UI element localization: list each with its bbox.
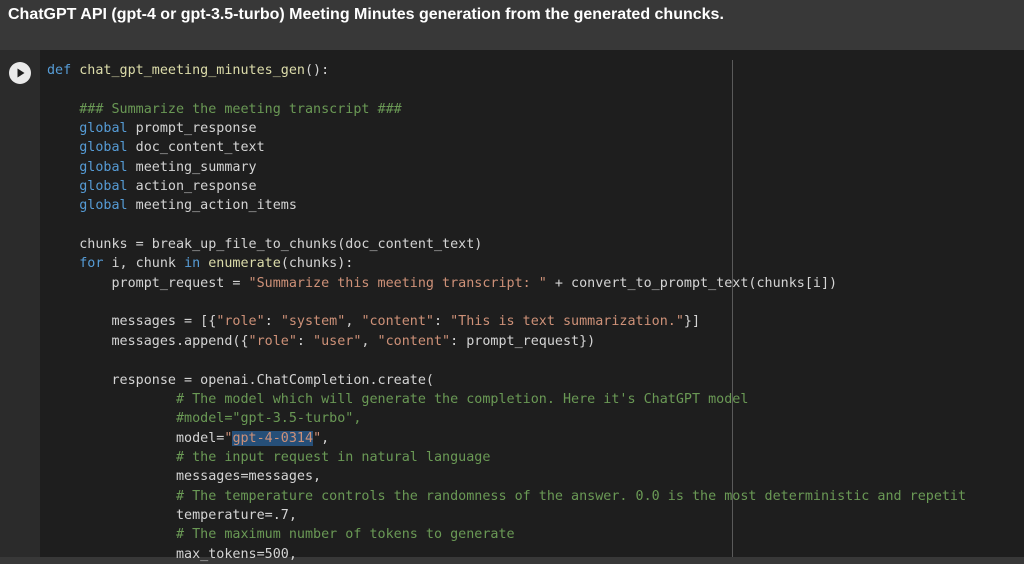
code-line[interactable]: ​ (47, 216, 966, 235)
code-line[interactable]: # The temperature controls the randomnes… (47, 487, 966, 506)
play-icon (17, 68, 25, 78)
code-line[interactable]: global prompt_response (47, 119, 966, 138)
code-line[interactable]: # The maximum number of tokens to genera… (47, 525, 966, 544)
code-line[interactable]: global action_response (47, 177, 966, 196)
code-line[interactable]: #model="gpt-3.5-turbo", (47, 409, 966, 428)
code-line[interactable]: temperature=.7, (47, 506, 966, 525)
cell-header: ChatGPT API (gpt-4 or gpt-3.5-turbo) Mee… (0, 0, 1024, 50)
code-line[interactable]: def chat_gpt_meeting_minutes_gen(): (47, 61, 966, 80)
code-line[interactable]: ### Summarize the meeting transcript ### (47, 100, 966, 119)
code-line[interactable]: for i, chunk in enumerate(chunks): (47, 254, 966, 273)
code-line[interactable]: chunks = break_up_file_to_chunks(doc_con… (47, 235, 966, 254)
cell-gutter (0, 50, 40, 557)
run-cell-button[interactable] (9, 62, 31, 84)
section-title: ChatGPT API (gpt-4 or gpt-3.5-turbo) Mee… (8, 6, 724, 23)
code-line[interactable]: messages.append({"role": "user", "conten… (47, 332, 966, 351)
code-line[interactable]: global doc_content_text (47, 138, 966, 157)
code-line[interactable]: ​ (47, 80, 966, 99)
code-line[interactable]: messages=messages, (47, 467, 966, 486)
code-line[interactable]: response = openai.ChatCompletion.create( (47, 371, 966, 390)
code-line[interactable]: model="gpt-4-0314", (47, 429, 966, 448)
code-line[interactable]: prompt_request = "Summarize this meeting… (47, 274, 966, 293)
code-line[interactable]: ​ (47, 293, 966, 312)
code-line[interactable]: global meeting_summary (47, 158, 966, 177)
code-line[interactable]: ​ (47, 351, 966, 370)
code-line[interactable]: global meeting_action_items (47, 196, 966, 215)
code-line[interactable]: max_tokens=500, (47, 545, 966, 564)
code-editor[interactable]: def chat_gpt_meeting_minutes_gen():​ ###… (47, 61, 966, 564)
code-line[interactable]: messages = [{"role": "system", "content"… (47, 312, 966, 331)
code-line[interactable]: # The model which will generate the comp… (47, 390, 966, 409)
code-cell[interactable]: def chat_gpt_meeting_minutes_gen():​ ###… (0, 50, 1024, 562)
code-line[interactable]: # the input request in natural language (47, 448, 966, 467)
